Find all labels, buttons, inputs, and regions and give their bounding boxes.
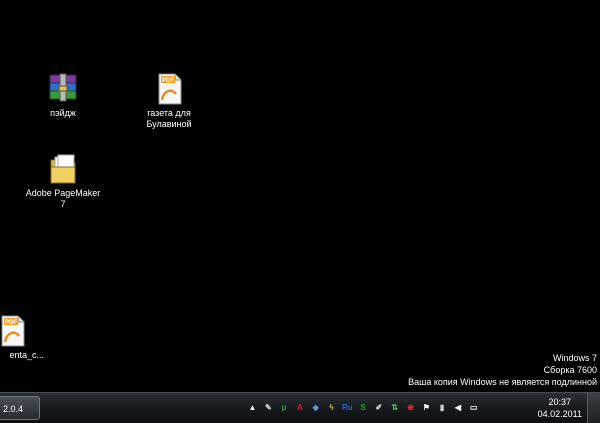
desktop-icon-peidzh[interactable]: пэйдж xyxy=(23,72,103,119)
desktop-icon-label: enta_c... xyxy=(9,350,44,360)
volume-icon[interactable]: ◀ xyxy=(451,401,464,414)
pen-icon[interactable]: ✐ xyxy=(372,401,385,414)
desktop-icon-pagemaker[interactable]: Adobe PageMaker 7 xyxy=(23,152,103,210)
taskbar-app-button[interactable]: 2.0.4 xyxy=(0,396,40,420)
clock-time: 20:37 xyxy=(548,397,572,407)
desktop-icon-label: пэйдж xyxy=(50,108,76,118)
ru-language-icon[interactable]: Ru xyxy=(341,401,354,414)
watermark-os-name: Windows 7 xyxy=(552,353,597,363)
watermark-build: Сборка 7600 xyxy=(543,365,597,375)
activation-watermark: Windows 7 Сборка 7600 Ваша копия Windows… xyxy=(297,352,597,388)
pdf-document-icon: PDF xyxy=(1,315,25,347)
flag-icon[interactable]: ⚑ xyxy=(420,401,433,414)
battery-icon[interactable]: ▮ xyxy=(436,401,449,414)
utility-icon[interactable]: ✎ xyxy=(262,401,275,414)
winrar-archive-icon xyxy=(49,73,77,102)
svg-text:PDF: PDF xyxy=(5,320,17,326)
torrent-icon[interactable]: μ xyxy=(278,401,291,414)
show-desktop-button[interactable] xyxy=(587,393,600,423)
desktop-icon-label: газета для Булавиной xyxy=(146,108,192,129)
desktop: пэйдж PDF газета для Булавиной Adobe Pag… xyxy=(0,0,600,390)
adobe-icon[interactable]: A xyxy=(293,401,306,414)
show-hidden-icons[interactable]: ▲ xyxy=(246,401,259,414)
watermark-genuine-notice: Ваша копия Windows не является подлинной xyxy=(408,377,597,387)
skype-icon[interactable]: S xyxy=(357,401,370,414)
clock-date: 04.02.2011 xyxy=(537,409,582,419)
bolt-icon[interactable]: ϟ xyxy=(325,401,338,414)
folder-icon xyxy=(50,154,76,184)
svg-text:PDF: PDF xyxy=(162,78,174,84)
security-icon[interactable]: ⊕ xyxy=(404,401,417,414)
display-icon[interactable]: ▭ xyxy=(467,401,480,414)
taskbar: 2.0.4 ▲ ✎ μ A ◆ ϟ Ru S ✐ ⇅ ⊕ ⚑ ▮ ◀ ▭ 20:37 04.02.2011 xyxy=(0,392,600,423)
desktop-icon-label: Adobe PageMaker 7 xyxy=(25,188,101,209)
desktop-icon-enta[interactable]: PDF enta_c... xyxy=(0,314,52,361)
desktop-icon-gazeta[interactable]: PDF газета для Булавиной xyxy=(129,72,209,130)
taskbar-clock[interactable]: 20:37 04.02.2011 xyxy=(538,396,582,420)
shield-icon[interactable]: ◆ xyxy=(309,401,322,414)
pdf-document-icon: PDF xyxy=(158,73,182,105)
network-icon[interactable]: ⇅ xyxy=(388,401,401,414)
